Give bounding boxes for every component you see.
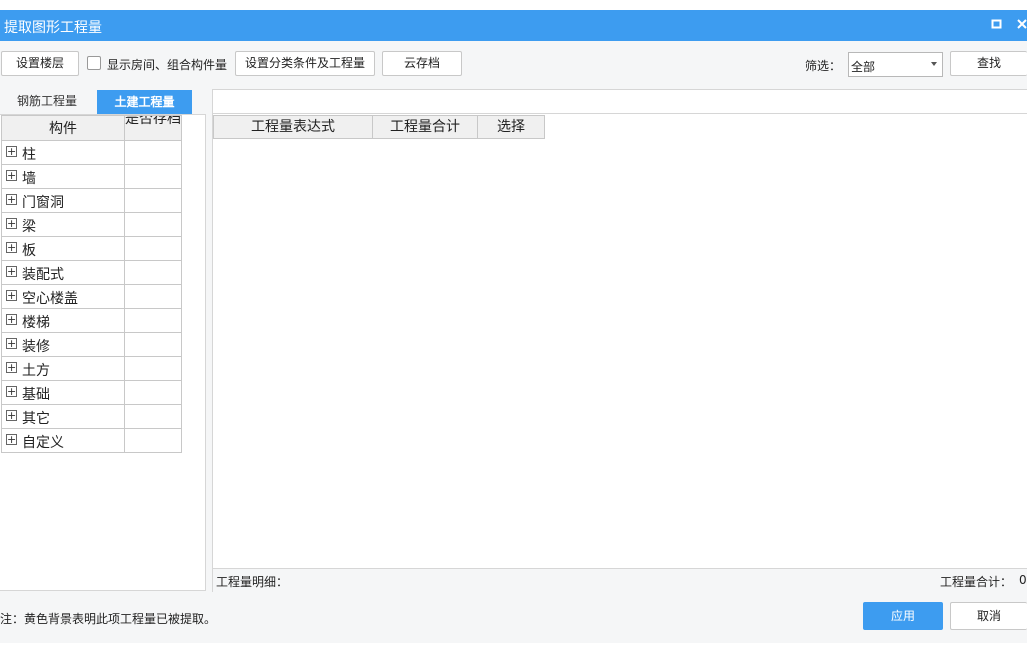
maximize-icon[interactable] <box>991 18 1003 34</box>
archived-cell-divider <box>124 429 125 452</box>
tree-item-label: 基础 <box>22 387 50 403</box>
expand-icon[interactable]: + <box>6 314 17 325</box>
archived-cell-divider <box>124 189 125 212</box>
col-select: 选择 <box>477 115 545 139</box>
total-value: 0 <box>1019 573 1027 587</box>
cancel-button[interactable]: 取消 <box>950 602 1027 630</box>
expand-icon[interactable]: + <box>6 362 17 373</box>
detail-bar: 工程量明细： 工程量合计： 0 <box>213 568 1027 592</box>
title-bar: 提取图形工程量 <box>0 10 1027 41</box>
total-label: 工程量合计： <box>940 575 1013 589</box>
window-title: 提取图形工程量 <box>4 20 102 36</box>
tree-item[interactable]: + 楼梯 <box>1 309 182 333</box>
expand-icon[interactable]: + <box>6 434 17 445</box>
set-floor-button[interactable]: 设置楼层 <box>1 51 79 76</box>
tree-item-label: 板 <box>22 243 36 259</box>
tree-header-archived: 是否存档 <box>124 115 182 141</box>
apply-button[interactable]: 应用 <box>863 602 943 630</box>
expand-icon[interactable]: + <box>6 194 17 205</box>
expand-icon[interactable]: + <box>6 170 17 181</box>
filter-select[interactable]: 全部 <box>848 52 943 77</box>
tab-civil-quantity[interactable]: 土建工程量 <box>97 90 192 114</box>
tree-item[interactable]: + 自定义 <box>1 429 182 453</box>
show-rooms-label: 显示房间、组合构件量 <box>107 58 228 72</box>
col-quantity-expression: 工程量表达式 <box>213 115 373 139</box>
archived-cell-divider <box>124 381 125 404</box>
expand-icon[interactable]: + <box>6 290 17 301</box>
expand-icon[interactable]: + <box>6 266 17 277</box>
detail-label: 工程量明细： <box>216 575 289 589</box>
archived-cell-divider <box>124 237 125 260</box>
archived-cell-divider <box>124 165 125 188</box>
footer-note: 注：黄色背景表明此项工程量已被提取。 <box>0 612 217 626</box>
component-tree-panel: 构件 是否存档 + 柱 + 墙 + 门窗洞 + 梁 + 板 + 装配式 + 空心楼盖 + 楼梯 + 装修 + 土方 + 基… <box>0 114 206 591</box>
tree-item[interactable]: + 装修 <box>1 333 182 357</box>
filter-select-value: 全部 <box>851 60 876 74</box>
archived-cell-divider <box>124 333 125 356</box>
tree-item[interactable]: + 其它 <box>1 405 182 429</box>
filter-label: 筛选： <box>805 59 842 73</box>
archived-cell-divider <box>124 357 125 380</box>
tab-rebar-quantity[interactable]: 钢筋工程量 <box>2 90 92 113</box>
find-button[interactable]: 查找 <box>950 51 1027 76</box>
tree-item-label: 装配式 <box>22 267 64 283</box>
archived-cell-divider <box>124 261 125 284</box>
tree-item[interactable]: + 土方 <box>1 357 182 381</box>
expand-icon[interactable]: + <box>6 338 17 349</box>
expand-icon[interactable]: + <box>6 218 17 229</box>
tree-item-label: 空心楼盖 <box>22 291 78 307</box>
expand-icon[interactable]: + <box>6 146 17 157</box>
tree-item[interactable]: + 空心楼盖 <box>1 285 182 309</box>
tree-item-label: 装修 <box>22 339 50 355</box>
expand-icon[interactable]: + <box>6 242 17 253</box>
tree-header-archived-text: 是否存档 <box>125 115 181 127</box>
col-quantity-total: 工程量合计 <box>372 115 478 139</box>
quantity-panel: 工程量表达式 工程量合计 选择 工程量明细： 工程量合计： 0 <box>212 89 1027 592</box>
show-rooms-checkbox[interactable] <box>87 56 101 70</box>
tree-item[interactable]: + 门窗洞 <box>1 189 182 213</box>
tree-item-label: 门窗洞 <box>22 195 64 211</box>
tree-item-label: 墙 <box>22 171 36 187</box>
archived-cell-divider <box>124 213 125 236</box>
tree-item-label: 其它 <box>22 411 50 427</box>
tree-item[interactable]: + 柱 <box>1 141 182 165</box>
tree-item[interactable]: + 板 <box>1 237 182 261</box>
tree-body: + 柱 + 墙 + 门窗洞 + 梁 + 板 + 装配式 + 空心楼盖 + 楼梯 + 装修 + 土方 + 基础 + 其它 + 自定义 <box>1 141 182 453</box>
tree-item-label: 梁 <box>22 219 36 235</box>
expand-icon[interactable]: + <box>6 410 17 421</box>
expand-icon[interactable]: + <box>6 386 17 397</box>
archived-cell-divider <box>124 141 125 164</box>
tree-item[interactable]: + 装配式 <box>1 261 182 285</box>
archived-cell-divider <box>124 285 125 308</box>
chevron-down-icon <box>931 62 937 66</box>
cloud-archive-button[interactable]: 云存档 <box>382 51 462 76</box>
archived-cell-divider <box>124 309 125 332</box>
set-classification-button[interactable]: 设置分类条件及工程量 <box>235 51 375 76</box>
tree-header-component: 构件 <box>1 115 125 141</box>
tree-item[interactable]: + 墙 <box>1 165 182 189</box>
tree-item-label: 自定义 <box>22 435 64 451</box>
tree-item-label: 土方 <box>22 363 50 379</box>
tree-item-label: 柱 <box>22 147 36 163</box>
tree-item[interactable]: + 梁 <box>1 213 182 237</box>
close-icon[interactable] <box>1016 18 1027 34</box>
tree-item-label: 楼梯 <box>22 315 50 331</box>
tree-item[interactable]: + 基础 <box>1 381 182 405</box>
archived-cell-divider <box>124 405 125 428</box>
divider <box>213 113 1027 114</box>
